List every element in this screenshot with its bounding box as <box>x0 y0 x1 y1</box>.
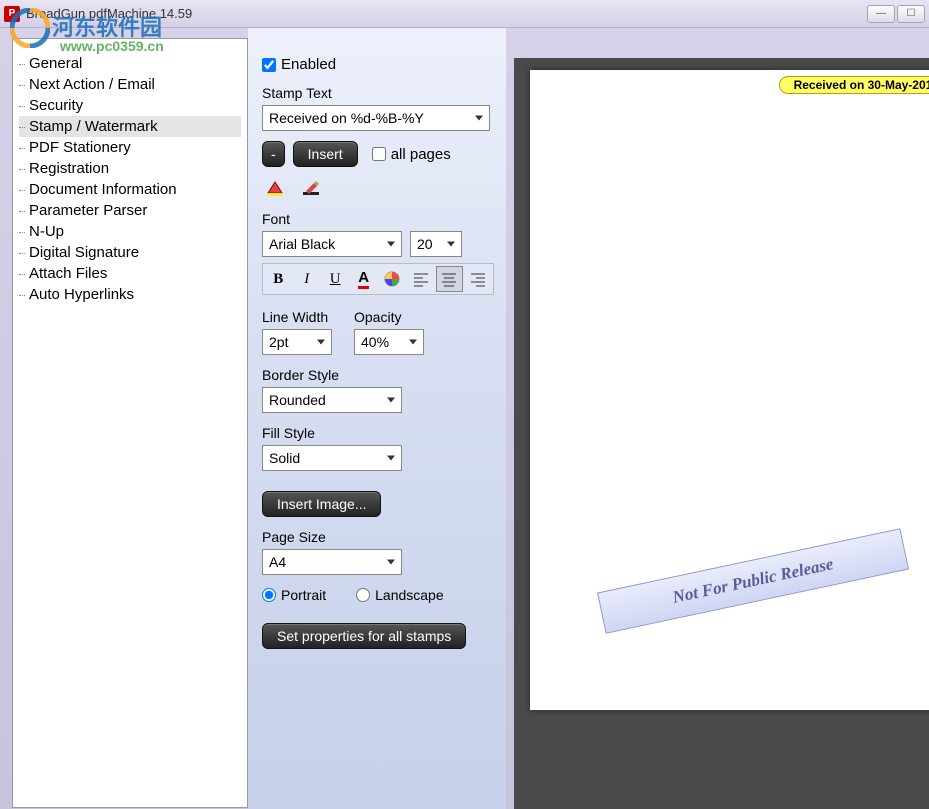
received-stamp[interactable]: Received on 30-May-2013 <box>779 76 929 94</box>
page-preview[interactable]: Received on 30-May-2013 Not For Public R… <box>530 70 929 710</box>
sidebar-item-document-information[interactable]: Document Information <box>19 179 241 200</box>
sidebar-item-security[interactable]: Security <box>19 95 241 116</box>
sidebar-item-attach-files[interactable]: Attach Files <box>19 263 241 284</box>
remove-stamp-button[interactable]: - <box>262 141 285 167</box>
settings-sidebar: GeneralNext Action / EmailSecurityStamp … <box>12 38 248 808</box>
app-icon: P <box>4 6 20 22</box>
portrait-text: Portrait <box>281 587 326 603</box>
font-combo[interactable]: Arial Black <box>262 231 402 257</box>
stamp-text-value: Received on %d-%B-%Y <box>269 110 424 126</box>
dropdown-arrow-icon <box>409 340 417 345</box>
align-left-button[interactable] <box>407 266 433 292</box>
underline-button[interactable]: U <box>322 266 348 292</box>
edit-pencil-icon[interactable] <box>298 177 324 199</box>
font-size-combo[interactable]: 20 <box>410 231 462 257</box>
portrait-radio-label[interactable]: Portrait <box>262 587 326 603</box>
sidebar-item-stamp-watermark[interactable]: Stamp / Watermark <box>19 116 241 137</box>
fill-style-value: Solid <box>269 450 300 466</box>
align-center-button[interactable] <box>436 266 463 292</box>
minimize-button[interactable]: — <box>867 5 895 23</box>
all-pages-checkbox[interactable] <box>372 147 386 161</box>
sidebar-item-auto-hyperlinks[interactable]: Auto Hyperlinks <box>19 284 241 305</box>
insert-button[interactable]: Insert <box>293 141 358 167</box>
page-size-label: Page Size <box>262 529 496 545</box>
font-size-value: 20 <box>417 236 433 252</box>
page-size-value: A4 <box>269 554 286 570</box>
font-color-letter: A <box>358 269 369 289</box>
page-size-combo[interactable]: A4 <box>262 549 402 575</box>
dropdown-arrow-icon <box>387 560 395 565</box>
window-title: BroadGun pdfMachine 14.59 <box>26 6 192 21</box>
color-picker-button[interactable] <box>379 266 405 292</box>
stamp-settings-panel: Enabled Stamp Text Received on %d-%B-%Y … <box>248 28 506 809</box>
landscape-radio-label[interactable]: Landscape <box>356 587 444 603</box>
line-width-label: Line Width <box>262 309 332 325</box>
align-right-button[interactable] <box>465 266 491 292</box>
fill-style-label: Fill Style <box>262 425 496 441</box>
stamp-text-combo[interactable]: Received on %d-%B-%Y <box>262 105 490 131</box>
preview-area: Received on 30-May-2013 Not For Public R… <box>514 58 929 809</box>
enabled-label: Enabled <box>281 56 336 73</box>
all-pages-label: all pages <box>391 146 451 163</box>
border-style-combo[interactable]: Rounded <box>262 387 402 413</box>
fill-style-combo[interactable]: Solid <box>262 445 402 471</box>
sidebar-item-next-action-email[interactable]: Next Action / Email <box>19 74 241 95</box>
sidebar-item-parameter-parser[interactable]: Parameter Parser <box>19 200 241 221</box>
insert-image-button[interactable]: Insert Image... <box>262 491 381 517</box>
dropdown-arrow-icon <box>387 456 395 461</box>
line-width-combo[interactable]: 2pt <box>262 329 332 355</box>
enabled-checkbox[interactable] <box>262 58 276 72</box>
italic-button[interactable]: I <box>293 266 319 292</box>
landscape-text: Landscape <box>375 587 444 603</box>
set-all-stamps-button[interactable]: Set properties for all stamps <box>262 623 466 649</box>
border-style-label: Border Style <box>262 367 496 383</box>
font-value: Arial Black <box>269 236 335 252</box>
border-style-value: Rounded <box>269 392 326 408</box>
sidebar-item-pdf-stationery[interactable]: PDF Stationery <box>19 137 241 158</box>
font-label: Font <box>262 211 496 227</box>
line-width-value: 2pt <box>269 334 288 350</box>
sidebar-item-general[interactable]: General <box>19 53 241 74</box>
opacity-combo[interactable]: 40% <box>354 329 424 355</box>
sidebar-item-digital-signature[interactable]: Digital Signature <box>19 242 241 263</box>
dropdown-arrow-icon <box>387 242 395 247</box>
landscape-radio[interactable] <box>356 588 370 602</box>
text-format-toolbar: B I U A <box>262 263 494 295</box>
sidebar-item-n-up[interactable]: N-Up <box>19 221 241 242</box>
maximize-button[interactable]: ☐ <box>897 5 925 23</box>
bold-button[interactable]: B <box>265 266 291 292</box>
stamp-text-label: Stamp Text <box>262 85 496 101</box>
dropdown-arrow-icon <box>447 242 455 247</box>
portrait-radio[interactable] <box>262 588 276 602</box>
opacity-value: 40% <box>361 334 389 350</box>
highlight-color-icon[interactable] <box>262 177 288 199</box>
dropdown-arrow-icon <box>387 398 395 403</box>
sidebar-item-registration[interactable]: Registration <box>19 158 241 179</box>
opacity-label: Opacity <box>354 309 424 325</box>
titlebar: P BroadGun pdfMachine 14.59 — ☐ <box>0 0 929 28</box>
diagonal-watermark-stamp[interactable]: Not For Public Release <box>597 528 909 634</box>
font-color-button[interactable]: A <box>350 266 376 292</box>
dropdown-arrow-icon <box>475 116 483 121</box>
dropdown-arrow-icon <box>317 340 325 345</box>
